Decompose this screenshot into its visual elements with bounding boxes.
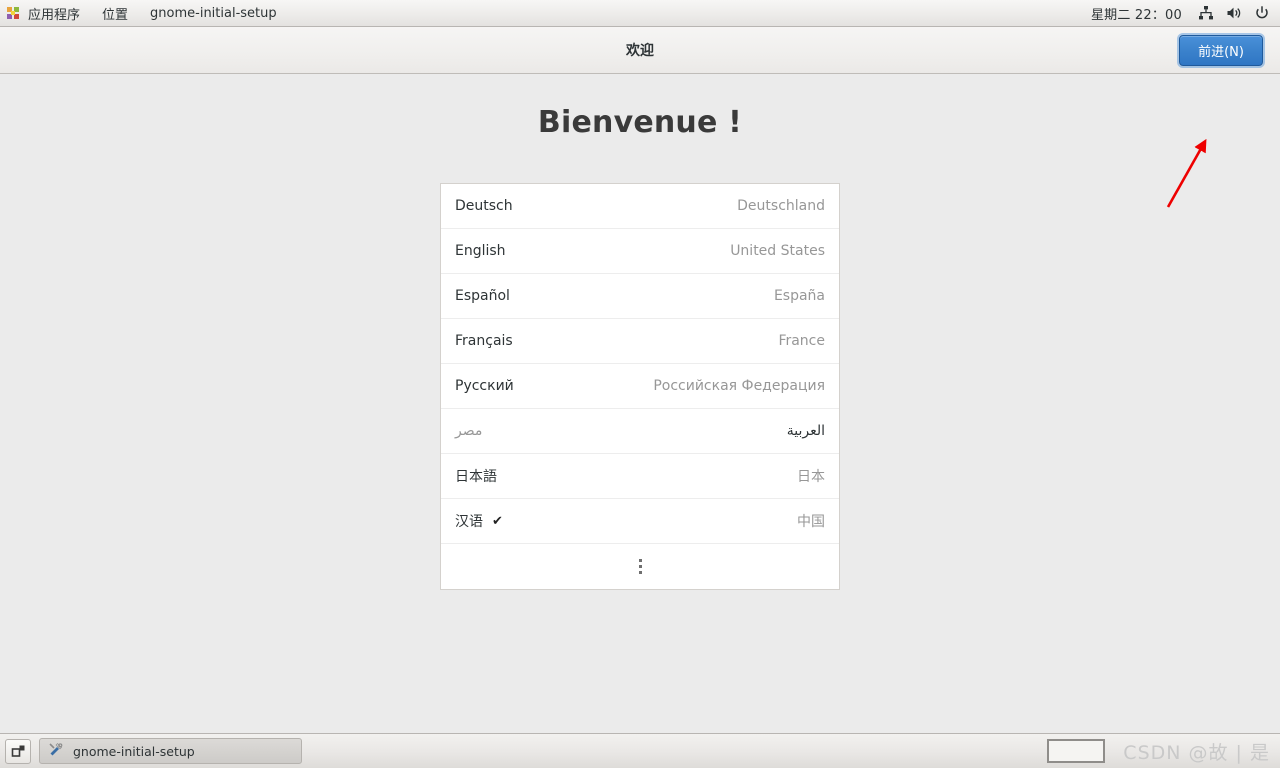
language-name: العربية — [786, 423, 825, 439]
clock[interactable]: 星期二 22：00 — [1081, 4, 1192, 23]
power-icon[interactable] — [1248, 0, 1276, 27]
tools-icon — [48, 742, 64, 761]
language-name: Русский — [455, 378, 514, 394]
top-panel-status-area: 星期二 22：00 — [1081, 0, 1276, 26]
page-title: 欢迎 — [626, 43, 654, 59]
menu-places-label: 位置 — [102, 7, 129, 23]
menu-active-window[interactable]: gnome-initial-setup — [139, 0, 288, 26]
window-headerbar: 欢迎 前进(N) — [0, 27, 1280, 74]
list-item[interactable]: Français France — [441, 319, 839, 364]
check-icon: ✔ — [492, 513, 503, 529]
language-name: 汉语 ✔ — [455, 513, 503, 530]
volume-speaker-icon[interactable] — [1220, 0, 1248, 27]
language-name: 日本語 — [455, 469, 497, 485]
taskbar-window-gnome-initial-setup[interactable]: gnome-initial-setup — [39, 738, 302, 764]
language-region: 中国 — [797, 514, 825, 530]
main-content: Bienvenue ! Deutsch Deutschland English … — [0, 74, 1280, 733]
list-item[interactable]: English United States — [441, 229, 839, 274]
taskbar-right-area: CSDN @故 | 是 — [1047, 738, 1275, 765]
network-wired-icon[interactable] — [1192, 0, 1220, 27]
language-region: 日本 — [797, 469, 825, 485]
list-item[interactable]: Русский Российская Федерация — [441, 364, 839, 409]
watermark: CSDN @故 | 是 — [1123, 741, 1270, 764]
applications-grid-icon — [6, 6, 21, 21]
more-vertical-icon — [638, 559, 642, 574]
taskbar: gnome-initial-setup CSDN @故 | 是 — [0, 733, 1280, 768]
welcome-heading: Bienvenue ! — [537, 105, 743, 140]
show-desktop-icon[interactable] — [5, 738, 31, 764]
forward-button[interactable]: 前进(N) — [1179, 35, 1263, 66]
list-item-selected[interactable]: 汉语 ✔ 中国 — [441, 499, 839, 544]
taskbar-window-label: gnome-initial-setup — [73, 743, 195, 759]
menu-applications-label: 应用程序 — [28, 7, 81, 23]
language-region: Российская Федерация — [653, 378, 825, 394]
desktop-screen: 应用程序 位置 gnome-initial-setup 星期二 22：00 欢迎… — [0, 0, 1280, 768]
list-item[interactable]: العربية مصر — [441, 409, 839, 454]
language-name: Français — [455, 333, 513, 349]
language-region: España — [773, 288, 825, 304]
top-panel: 应用程序 位置 gnome-initial-setup 星期二 22：00 — [0, 0, 1280, 27]
language-name: Deutsch — [455, 198, 513, 214]
language-region: مصر — [455, 423, 483, 439]
language-region: Deutschland — [737, 198, 825, 214]
annotation-arrow — [1166, 138, 1207, 208]
workspace-switcher[interactable] — [1047, 739, 1106, 763]
list-item[interactable]: Deutsch Deutschland — [441, 184, 839, 229]
list-item[interactable]: 日本語 日本 — [441, 454, 839, 499]
menu-applications[interactable]: 应用程序 — [0, 0, 91, 26]
language-region: France — [778, 333, 825, 349]
language-region: United States — [730, 243, 825, 259]
language-name: Español — [455, 288, 510, 304]
list-item[interactable]: Español España — [441, 274, 839, 319]
top-panel-menus: 应用程序 位置 gnome-initial-setup — [0, 0, 288, 26]
language-list: Deutsch Deutschland English United State… — [440, 183, 840, 590]
menu-places[interactable]: 位置 — [91, 0, 139, 26]
more-languages-button[interactable] — [441, 544, 839, 589]
language-name: English — [455, 243, 506, 259]
menu-active-window-label: gnome-initial-setup — [150, 5, 277, 21]
